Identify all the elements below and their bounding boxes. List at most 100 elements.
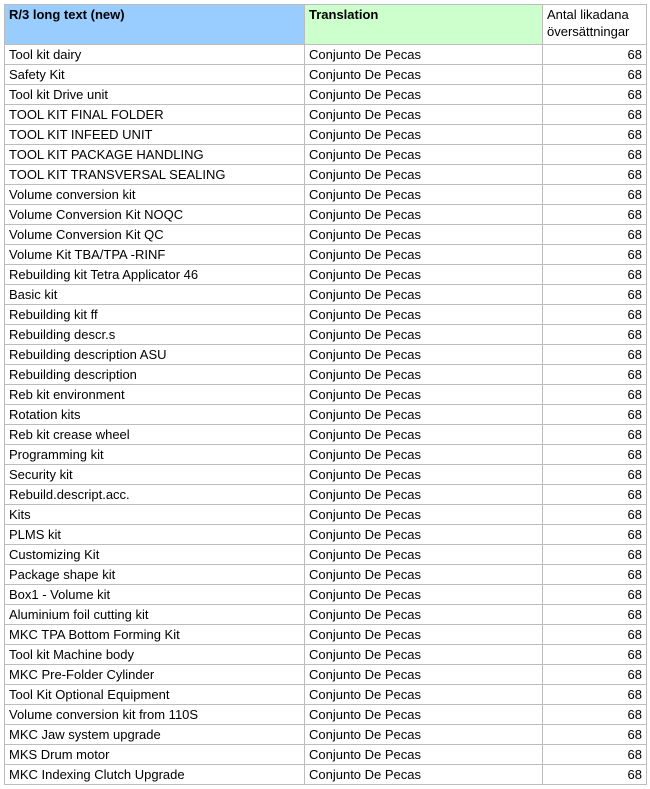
cell-long-text[interactable]: Rebuilding kit Tetra Applicator 46 (5, 265, 305, 285)
cell-count[interactable]: 68 (543, 245, 647, 265)
cell-count[interactable]: 68 (543, 585, 647, 605)
cell-count[interactable]: 68 (543, 65, 647, 85)
cell-translation[interactable]: Conjunto De Pecas (305, 105, 543, 125)
cell-count[interactable]: 68 (543, 425, 647, 445)
cell-count[interactable]: 68 (543, 445, 647, 465)
cell-count[interactable]: 68 (543, 465, 647, 485)
cell-count[interactable]: 68 (543, 525, 647, 545)
cell-count[interactable]: 68 (543, 725, 647, 745)
cell-long-text[interactable]: Reb kit environment (5, 385, 305, 405)
cell-count[interactable]: 68 (543, 705, 647, 725)
cell-translation[interactable]: Conjunto De Pecas (305, 765, 543, 785)
cell-long-text[interactable]: Package shape kit (5, 565, 305, 585)
cell-translation[interactable]: Conjunto De Pecas (305, 625, 543, 645)
cell-long-text[interactable]: TOOL KIT PACKAGE HANDLING (5, 145, 305, 165)
cell-count[interactable]: 68 (543, 85, 647, 105)
cell-long-text[interactable]: Rebuilding description (5, 365, 305, 385)
cell-translation[interactable]: Conjunto De Pecas (305, 165, 543, 185)
cell-translation[interactable]: Conjunto De Pecas (305, 405, 543, 425)
cell-translation[interactable]: Conjunto De Pecas (305, 705, 543, 725)
cell-translation[interactable]: Conjunto De Pecas (305, 225, 543, 245)
cell-long-text[interactable]: Customizing Kit (5, 545, 305, 565)
cell-long-text[interactable]: Tool kit dairy (5, 45, 305, 65)
cell-long-text[interactable]: Volume conversion kit from 110S (5, 705, 305, 725)
cell-translation[interactable]: Conjunto De Pecas (305, 305, 543, 325)
cell-count[interactable]: 68 (543, 125, 647, 145)
cell-translation[interactable]: Conjunto De Pecas (305, 385, 543, 405)
cell-count[interactable]: 68 (543, 345, 647, 365)
cell-long-text[interactable]: Box1 - Volume kit (5, 585, 305, 605)
cell-count[interactable]: 68 (543, 265, 647, 285)
cell-long-text[interactable]: Basic kit (5, 285, 305, 305)
cell-translation[interactable]: Conjunto De Pecas (305, 565, 543, 585)
cell-long-text[interactable]: MKS Drum motor (5, 745, 305, 765)
cell-long-text[interactable]: MKC Jaw system upgrade (5, 725, 305, 745)
cell-translation[interactable]: Conjunto De Pecas (305, 525, 543, 545)
cell-count[interactable]: 68 (543, 765, 647, 785)
cell-count[interactable]: 68 (543, 365, 647, 385)
cell-count[interactable]: 68 (543, 485, 647, 505)
cell-count[interactable]: 68 (543, 745, 647, 765)
cell-translation[interactable]: Conjunto De Pecas (305, 265, 543, 285)
cell-long-text[interactable]: Kits (5, 505, 305, 525)
cell-long-text[interactable]: PLMS kit (5, 525, 305, 545)
cell-count[interactable]: 68 (543, 565, 647, 585)
cell-long-text[interactable]: Tool kit Drive unit (5, 85, 305, 105)
cell-count[interactable]: 68 (543, 305, 647, 325)
header-long-text[interactable]: R/3 long text (new) (5, 5, 305, 45)
cell-translation[interactable]: Conjunto De Pecas (305, 365, 543, 385)
header-translation[interactable]: Translation (305, 5, 543, 45)
cell-count[interactable]: 68 (543, 185, 647, 205)
cell-long-text[interactable]: Rebuilding description ASU (5, 345, 305, 365)
cell-translation[interactable]: Conjunto De Pecas (305, 725, 543, 745)
cell-count[interactable]: 68 (543, 545, 647, 565)
cell-long-text[interactable]: TOOL KIT INFEED UNIT (5, 125, 305, 145)
cell-translation[interactable]: Conjunto De Pecas (305, 645, 543, 665)
cell-count[interactable]: 68 (543, 405, 647, 425)
cell-count[interactable]: 68 (543, 105, 647, 125)
cell-translation[interactable]: Conjunto De Pecas (305, 445, 543, 465)
cell-translation[interactable]: Conjunto De Pecas (305, 745, 543, 765)
header-count[interactable]: Antal likadana översättningar (543, 5, 647, 45)
cell-long-text[interactable]: Tool kit Machine body (5, 645, 305, 665)
cell-long-text[interactable]: MKC Pre-Folder Cylinder (5, 665, 305, 685)
cell-long-text[interactable]: MKC Indexing Clutch Upgrade (5, 765, 305, 785)
cell-count[interactable]: 68 (543, 225, 647, 245)
cell-translation[interactable]: Conjunto De Pecas (305, 125, 543, 145)
cell-long-text[interactable]: Volume Conversion Kit QC (5, 225, 305, 245)
cell-long-text[interactable]: Volume Kit TBA/TPA -RINF (5, 245, 305, 265)
cell-long-text[interactable]: TOOL KIT TRANSVERSAL SEALING (5, 165, 305, 185)
cell-count[interactable]: 68 (543, 205, 647, 225)
cell-translation[interactable]: Conjunto De Pecas (305, 285, 543, 305)
cell-count[interactable]: 68 (543, 665, 647, 685)
cell-translation[interactable]: Conjunto De Pecas (305, 185, 543, 205)
cell-translation[interactable]: Conjunto De Pecas (305, 325, 543, 345)
cell-long-text[interactable]: Reb kit crease wheel (5, 425, 305, 445)
cell-long-text[interactable]: Rebuilding kit ff (5, 305, 305, 325)
cell-translation[interactable]: Conjunto De Pecas (305, 665, 543, 685)
cell-long-text[interactable]: Volume conversion kit (5, 185, 305, 205)
cell-long-text[interactable]: Safety Kit (5, 65, 305, 85)
cell-count[interactable]: 68 (543, 685, 647, 705)
cell-long-text[interactable]: MKC TPA Bottom Forming Kit (5, 625, 305, 645)
cell-translation[interactable]: Conjunto De Pecas (305, 245, 543, 265)
cell-translation[interactable]: Conjunto De Pecas (305, 545, 543, 565)
cell-count[interactable]: 68 (543, 505, 647, 525)
cell-long-text[interactable]: Rotation kits (5, 405, 305, 425)
cell-long-text[interactable]: Programming kit (5, 445, 305, 465)
cell-translation[interactable]: Conjunto De Pecas (305, 65, 543, 85)
cell-count[interactable]: 68 (543, 145, 647, 165)
cell-count[interactable]: 68 (543, 165, 647, 185)
cell-translation[interactable]: Conjunto De Pecas (305, 465, 543, 485)
cell-translation[interactable]: Conjunto De Pecas (305, 585, 543, 605)
cell-long-text[interactable]: Volume Conversion Kit NOQC (5, 205, 305, 225)
cell-translation[interactable]: Conjunto De Pecas (305, 45, 543, 65)
cell-count[interactable]: 68 (543, 385, 647, 405)
cell-translation[interactable]: Conjunto De Pecas (305, 605, 543, 625)
cell-translation[interactable]: Conjunto De Pecas (305, 425, 543, 445)
cell-count[interactable]: 68 (543, 285, 647, 305)
cell-long-text[interactable]: Rebuilding descr.s (5, 325, 305, 345)
cell-translation[interactable]: Conjunto De Pecas (305, 145, 543, 165)
cell-translation[interactable]: Conjunto De Pecas (305, 85, 543, 105)
cell-long-text[interactable]: Rebuild.descript.acc. (5, 485, 305, 505)
